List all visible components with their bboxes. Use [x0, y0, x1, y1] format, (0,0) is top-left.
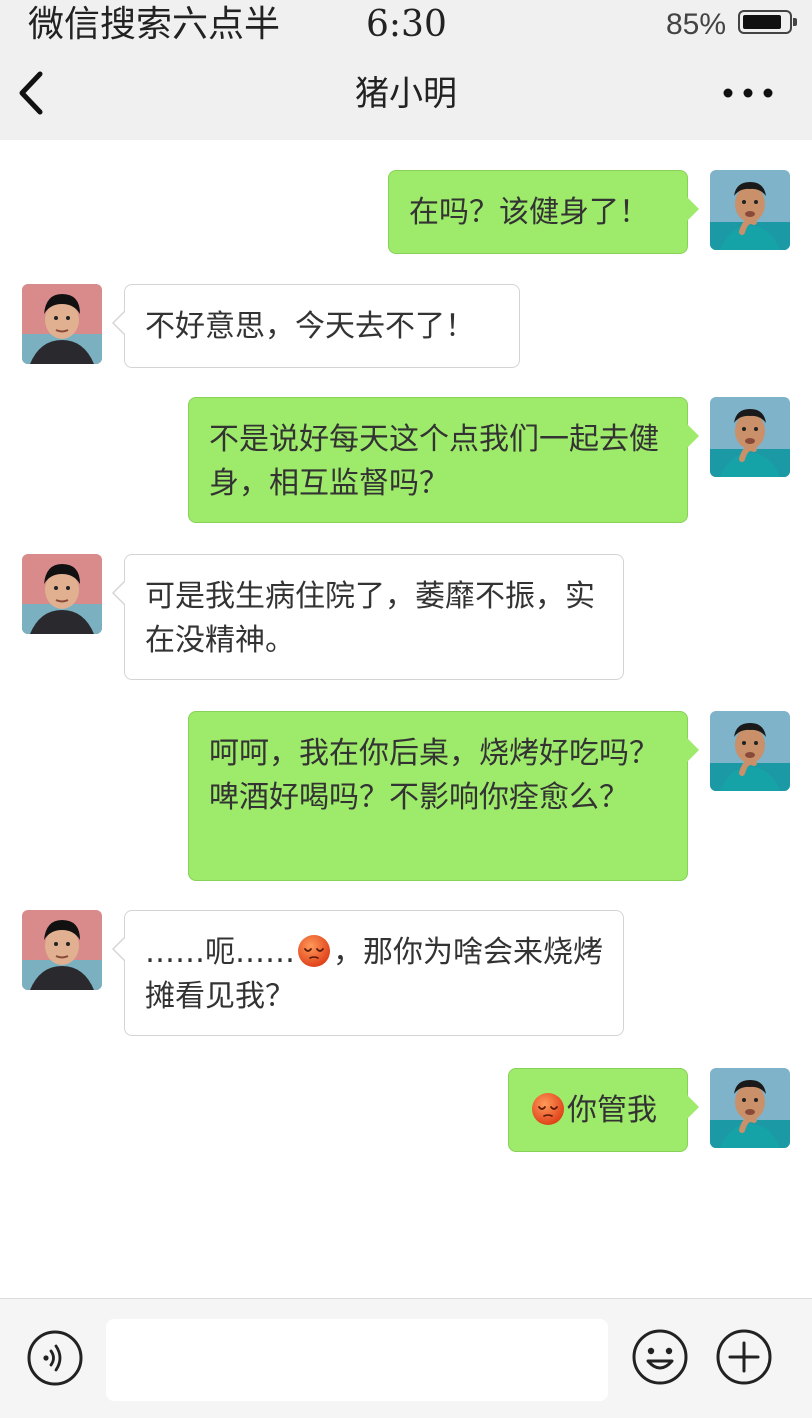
my-avatar[interactable]	[710, 1068, 790, 1148]
plus-icon	[716, 1329, 772, 1385]
received-message[interactable]: 可是我生病住院了，萎靡不振，实在没精神。	[112, 554, 624, 680]
contact-avatar[interactable]	[22, 910, 102, 990]
my-avatar[interactable]	[710, 711, 790, 791]
voice-button[interactable]	[26, 1329, 84, 1387]
input-bar	[0, 1298, 812, 1418]
my-avatar[interactable]	[710, 170, 790, 250]
received-message[interactable]: 不好意思，今天去不了！	[112, 284, 520, 368]
more-dots-icon	[723, 88, 773, 98]
my-avatar[interactable]	[710, 397, 790, 477]
received-message[interactable]: ……呃…… ，那你为啥会来烧烤摊看见我？	[112, 910, 624, 1036]
chat-header: 猪小明	[0, 50, 812, 140]
message-text: 可是我生病住院了，萎靡不振，实在没精神。	[145, 579, 595, 658]
message-list[interactable]: 在吗？该健身了！ 不好意思，今天去不了！ 不是说好每天这个点我们一起去健身，相互…	[0, 140, 812, 1298]
message-text: 在吗？该健身了！	[409, 195, 649, 230]
message-input[interactable]	[106, 1319, 608, 1401]
status-time: 6:30	[366, 4, 447, 45]
message-text: 你管我	[567, 1093, 657, 1128]
more-button[interactable]	[718, 72, 778, 114]
emoji-button[interactable]	[630, 1327, 690, 1387]
sent-message[interactable]: 不是说好每天这个点我们一起去健身，相互监督吗？	[188, 397, 699, 523]
battery-icon	[738, 10, 797, 34]
voice-icon	[27, 1330, 83, 1386]
more-functions-button[interactable]	[714, 1327, 774, 1387]
message-text-before: ……呃……	[145, 935, 295, 970]
status-bar: 微信搜索六点半 6:30 85%	[0, 0, 812, 50]
smiley-icon	[632, 1329, 688, 1385]
contact-avatar[interactable]	[22, 284, 102, 364]
sent-message[interactable]: 你管我	[508, 1068, 699, 1152]
message-text: 不好意思，今天去不了！	[145, 309, 475, 344]
battery-percentage: 85%	[665, 8, 726, 41]
sent-message[interactable]: 在吗？该健身了！	[388, 170, 699, 254]
carrier-name: 微信搜索六点半	[28, 4, 281, 45]
sent-message[interactable]: 呵呵，我在你后桌，烧烤好吃吗？啤酒好喝吗？不影响你痊愈么？	[188, 711, 699, 881]
contact-avatar[interactable]	[22, 554, 102, 634]
message-text: 不是说好每天这个点我们一起去健身，相互监督吗？	[209, 422, 659, 501]
relieved-face-emoji	[532, 1093, 564, 1125]
relieved-face-emoji	[298, 935, 330, 967]
message-text: 呵呵，我在你后桌，烧烤好吃吗？啤酒好喝吗？不影响你痊愈么？	[209, 736, 659, 815]
chat-title: 猪小明	[355, 74, 457, 114]
